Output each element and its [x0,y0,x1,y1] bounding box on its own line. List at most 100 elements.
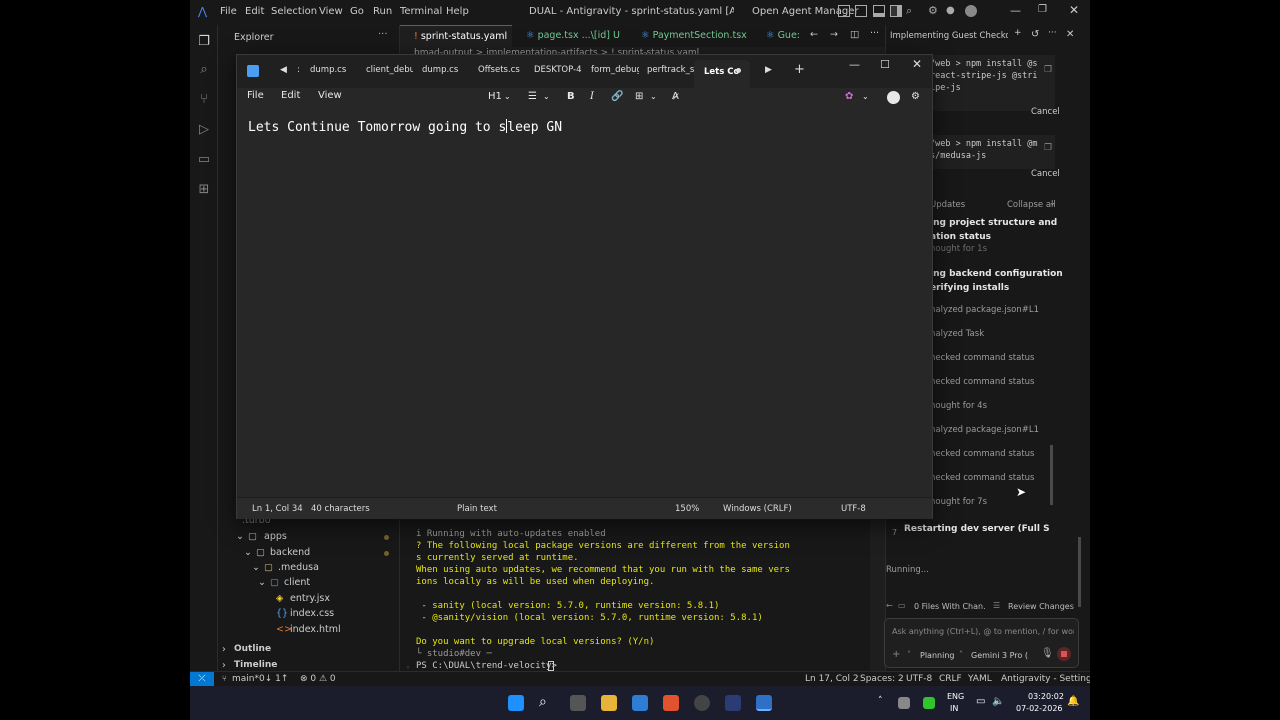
file-encoding[interactable]: UTF-8 [906,674,932,684]
menu-terminal[interactable]: Terminal [400,6,442,17]
menu-edit[interactable]: Edit [245,6,264,17]
agent-conversation-title[interactable]: Implementing Guest Checkout Fl... [890,31,1008,41]
remote-indicator-icon[interactable]: ⤫ [190,672,214,687]
microphone-icon[interactable]: 🎙 [1041,648,1054,659]
add-context-icon[interactable]: + [892,649,900,660]
text-format[interactable]: Plain text [457,504,497,514]
tab-page-tsx[interactable]: ⚛ page.tsx ...\[id] U [512,25,627,47]
stop-button[interactable] [1057,647,1071,661]
tree-item-index-html[interactable]: index.html [290,622,341,637]
outline-section[interactable]: Outline [234,642,271,657]
model-selector[interactable]: Gemini 3 Pro (... [971,651,1029,660]
tree-item-index-css[interactable]: index.css [290,606,334,621]
bold-icon[interactable]: B [567,88,575,106]
tab-guest[interactable]: ⚛ Gue: [752,25,807,47]
source-control-icon[interactable]: ⑂ [196,91,212,107]
notepad-tab-perftrack[interactable]: perftrack_su [647,65,694,75]
brave-browser-icon[interactable] [663,695,679,711]
indentation[interactable]: Spaces: 2 [860,674,904,684]
notepad-tab-active[interactable]: Lets Co [694,60,750,88]
tray-icon[interactable] [898,697,910,709]
file-explorer-icon[interactable] [601,695,617,711]
cancel-button[interactable]: Cancel [1031,169,1060,179]
git-branch[interactable]: main* [232,674,259,684]
italic-icon[interactable]: I [590,88,594,106]
notepad-tab-dump-cs[interactable]: dump.cs [310,65,355,75]
copy-icon[interactable]: ❐ [1044,143,1052,153]
list-icon[interactable]: ☰ [528,88,537,106]
forward-arrow-icon[interactable]: → [830,29,838,40]
run-debug-icon[interactable]: ▷ [196,121,212,137]
close-icon[interactable]: ✕ [912,57,922,71]
menu-help[interactable]: Help [446,6,469,17]
cursor-position[interactable]: Ln 17, Col 2 [805,674,859,684]
clock-date[interactable]: 07-02-2026 [1016,704,1063,713]
vscode-icon[interactable] [632,695,648,711]
remote-explorer-icon[interactable]: ▭ [196,151,212,167]
step-detail[interactable]: nalyzed package.json#L1 [930,425,1039,435]
split-editor-icon[interactable]: ◫ [850,29,859,40]
heading-dropdown[interactable]: H1 [488,88,502,106]
toggle-secondary-sidebar-icon[interactable] [890,5,902,17]
terminal-panel[interactable]: i Running with auto-updates enabled ? Th… [400,520,870,672]
copilot-icon[interactable]: ✿ [845,88,853,106]
more-actions-icon[interactable]: ··· [1048,28,1057,38]
explorer-icon[interactable]: ❐ [196,33,212,49]
close-icon[interactable]: ✕ [1069,3,1079,17]
scrollbar-thumb[interactable] [1050,445,1053,505]
account-avatar[interactable] [887,91,900,104]
start-icon[interactable] [508,695,524,711]
file-encoding[interactable]: UTF-8 [841,504,866,514]
notepad-tab-dump-cs-2[interactable]: dump.cs [422,65,467,75]
new-chat-icon[interactable]: + [1014,28,1022,38]
notepad-icon[interactable] [756,695,772,711]
volume-icon[interactable]: 🔈 [992,696,1004,707]
tab-sprint-status[interactable]: ! sprint-status.yaml [400,25,512,47]
notepad-text-area[interactable]: Lets Continue Tomorrow going to sleep GN [248,119,562,135]
chat-input-placeholder[interactable]: Ask anything (Ctrl+L), @ to mention, / f… [892,627,1074,636]
back-arrow-icon[interactable]: ← [810,29,818,40]
tree-item-client[interactable]: client [284,575,310,590]
menu-file[interactable]: File [220,6,237,17]
menu-view[interactable]: View [319,6,343,17]
scrollbar-thumb[interactable] [1078,537,1081,607]
cancel-button[interactable]: Cancel [1031,107,1060,117]
region-indicator[interactable]: IN [950,704,958,713]
more-actions-icon[interactable]: ··· [378,29,388,40]
more-actions-icon[interactable]: ··· [870,28,879,39]
chrome-icon[interactable] [694,695,710,711]
menu-go[interactable]: Go [350,6,364,17]
tree-item-apps[interactable]: apps [264,529,287,544]
extensions-icon[interactable]: ⊞ [196,181,212,197]
planning-mode-button[interactable]: Planning [920,651,954,660]
task-view-icon[interactable] [570,695,586,711]
notepad-menu-view[interactable]: View [318,90,342,101]
notepad-tab-offsets-cs[interactable]: Offsets.cs [478,65,526,75]
back-icon[interactable]: ← [886,601,893,610]
sync-status[interactable]: 0↓ 1↑ [259,674,288,684]
tab-payment-section[interactable]: ⚛ PaymentSection.tsx U [627,25,752,63]
tray-icon[interactable] [923,697,935,709]
notifications-icon[interactable]: 🔔 [1067,696,1079,707]
tree-item-backend[interactable]: backend [270,545,310,560]
settings-icon[interactable]: ⚙ [911,88,920,106]
scroll-tabs-left-icon[interactable]: ◀ [280,65,287,75]
files-changed-label[interactable]: 0 Files With Chan... [914,602,986,611]
restore-icon[interactable]: ❐ [1038,4,1047,15]
toggle-panel-icon[interactable] [838,5,850,17]
notepad-tab-desktop[interactable]: DESKTOP-4II [534,65,582,75]
step-detail[interactable]: nalyzed package.json#L1 [930,305,1039,315]
notepad-menu-edit[interactable]: Edit [281,90,300,101]
notepad-tab-client-debug[interactable]: client_debug [366,65,413,75]
tree-item-entry-jsx[interactable]: entry.jsx [290,591,330,606]
maximize-icon[interactable]: ☐ [880,58,890,71]
line-ending[interactable]: Windows (CRLF) [723,504,792,514]
minimize-icon[interactable]: — [1010,4,1021,17]
scroll-tabs-right-icon[interactable]: ▶ [765,65,772,75]
line-ending[interactable]: CRLF [939,674,962,684]
network-icon[interactable]: ▭ [976,696,985,707]
minimize-icon[interactable]: — [849,58,860,71]
language-indicator[interactable]: ENG [947,692,964,701]
antigravity-icon[interactable] [725,695,741,711]
copy-icon[interactable]: ❐ [1044,65,1052,75]
